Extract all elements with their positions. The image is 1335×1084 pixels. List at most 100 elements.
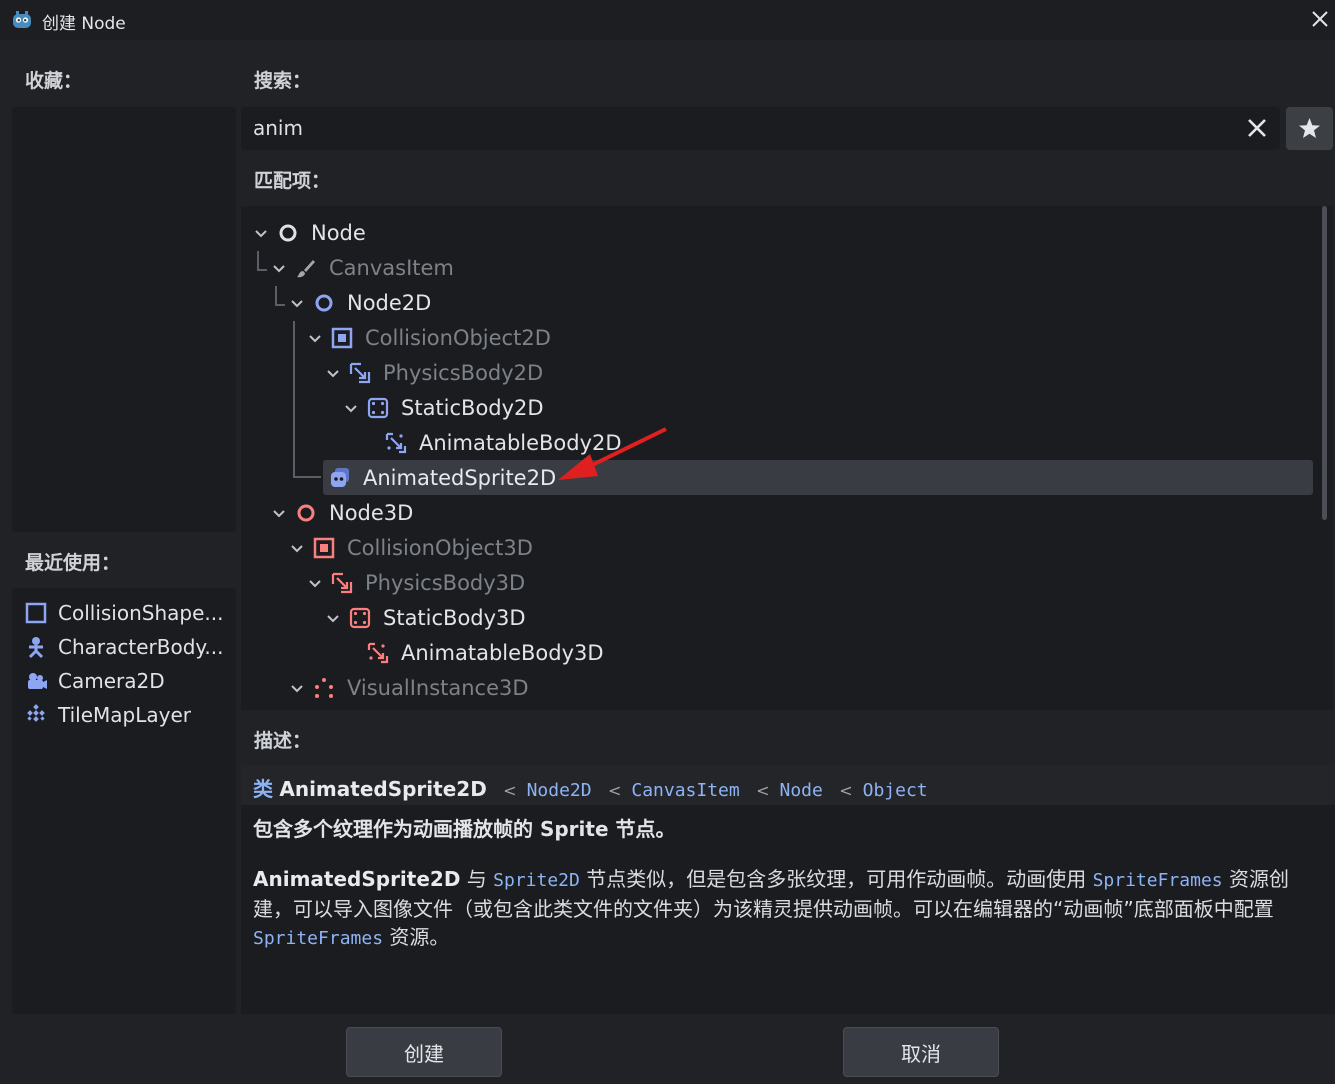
tree-row-physicsbody3d[interactable]: PhysicsBody3D: [305, 565, 525, 600]
tree-row-label: PhysicsBody2D: [383, 360, 544, 385]
tree-row-animatablebody2d[interactable]: AnimatableBody2D: [359, 425, 622, 460]
chevron-down-icon[interactable]: [305, 573, 325, 593]
inherit-link[interactable]: Object: [863, 780, 928, 801]
close-icon[interactable]: [1305, 4, 1335, 34]
tree-row-label: AnimatableBody3D: [401, 640, 604, 665]
tree-row-label: AnimatedSprite2D: [363, 465, 557, 490]
description-panel: 类 AnimatedSprite2D < Node2D < CanvasItem <…: [241, 765, 1335, 1014]
tree-row-physicsbody2d[interactable]: PhysicsBody2D: [323, 355, 543, 390]
tilemap-layer-icon: [27, 704, 45, 722]
recent-item[interactable]: CharacterBody...: [24, 632, 234, 662]
window-title: 创建 Node: [42, 14, 126, 34]
chevron-down-icon[interactable]: [341, 398, 361, 418]
chevron-down-icon[interactable]: [305, 328, 325, 348]
desc-link[interactable]: SpriteFrames: [253, 928, 383, 949]
match-tree[interactable]: Node CanvasItem Node2D CollisionObject2D…: [241, 206, 1333, 710]
chevron-down-icon[interactable]: [323, 608, 343, 628]
recent-label: 最近使用：: [25, 552, 121, 574]
static-body2d-icon: [367, 397, 389, 418]
collision-object2d-icon: [331, 327, 353, 348]
character-body-icon: [28, 637, 44, 659]
static-body3d-icon: [349, 607, 371, 628]
chevron-down-icon[interactable]: [251, 223, 271, 243]
inherit-link[interactable]: Node2D: [527, 780, 592, 801]
node-icon: [279, 224, 297, 241]
tree-row-staticbody2d[interactable]: StaticBody2D: [341, 390, 544, 425]
recent-item[interactable]: Camera2D: [24, 666, 234, 696]
favorites-list[interactable]: [12, 107, 236, 532]
recent-item-label: Camera2D: [58, 669, 165, 693]
clear-search-icon[interactable]: [1244, 115, 1270, 141]
physics-body2d-icon: [349, 362, 371, 383]
visual-instance3d-icon: [315, 677, 333, 698]
node2d-icon: [315, 294, 333, 311]
animatable-body2d-icon: [385, 432, 407, 453]
create-button[interactable]: 创建: [346, 1027, 502, 1077]
tree-row-animatablebody3d[interactable]: AnimatableBody3D: [341, 635, 604, 670]
tree-row-label: StaticBody3D: [383, 605, 526, 630]
desc-text: 资源。: [383, 925, 450, 949]
search-input[interactable]: anim: [241, 107, 1280, 150]
tree-row-collisionobject2d[interactable]: CollisionObject2D: [305, 320, 551, 355]
tree-row-animatedsprite2d[interactable]: AnimatedSprite2D: [323, 460, 1313, 495]
cancel-button[interactable]: 取消: [843, 1027, 999, 1077]
description-label: 描述：: [254, 730, 312, 752]
chevron-down-icon[interactable]: [287, 678, 307, 698]
recent-item-label: CollisionShape...: [58, 601, 224, 625]
tree-row-label: Node2D: [347, 290, 432, 315]
class-prefix: 类: [253, 777, 273, 801]
collision-shape-icon: [25, 602, 47, 624]
tree-row-label: CollisionObject2D: [365, 325, 551, 350]
desc-text: 与: [460, 867, 494, 891]
tree-row-label: StaticBody2D: [401, 395, 544, 420]
chevron-down-icon[interactable]: [269, 258, 289, 278]
tree-row-label: PhysicsBody3D: [365, 570, 526, 595]
favorites-label: 收藏：: [25, 70, 83, 92]
recent-item[interactable]: CollisionShape...: [24, 598, 234, 628]
camera2d-icon: [28, 673, 47, 689]
tree-row-staticbody3d[interactable]: StaticBody3D: [323, 600, 526, 635]
recent-item[interactable]: TileMapLayer: [24, 700, 234, 730]
tree-row-label: CollisionObject3D: [347, 535, 533, 560]
tree-row-label: AnimatableBody2D: [419, 430, 622, 455]
tree-row-node3d[interactable]: Node3D: [269, 495, 413, 530]
tree-scrollbar[interactable]: [1322, 206, 1327, 520]
inherit-link[interactable]: Node: [780, 780, 823, 801]
desc-class-name: AnimatedSprite2D: [253, 867, 461, 891]
chevron-down-icon[interactable]: [323, 363, 343, 383]
brief-description: 包含多个纹理作为动画播放帧的 Sprite 节点。: [253, 817, 676, 841]
physics-body3d-icon: [331, 572, 353, 593]
chevron-down-icon[interactable]: [287, 538, 307, 558]
tree-row-label: VisualInstance3D: [347, 675, 529, 700]
tree-row-collisionobject3d[interactable]: CollisionObject3D: [287, 530, 533, 565]
class-header: 类 AnimatedSprite2D < Node2D < CanvasItem <…: [241, 765, 1335, 805]
tree-row-visualinstance3d[interactable]: VisualInstance3D: [287, 670, 529, 705]
desc-link[interactable]: Sprite2D: [493, 870, 580, 891]
collision-object3d-icon: [313, 537, 335, 558]
star-icon: [1299, 118, 1320, 138]
recent-item-label: CharacterBody...: [58, 635, 224, 659]
godot-logo-icon: [13, 11, 31, 28]
search-value: anim: [253, 116, 303, 140]
tree-row-label: Node: [311, 220, 366, 245]
chevron-down-icon[interactable]: [287, 293, 307, 313]
tree-row-label: CanvasItem: [329, 255, 454, 280]
favorite-toggle-button[interactable]: [1286, 107, 1333, 150]
tree-row-label: Node3D: [329, 500, 414, 525]
chevron-down-icon[interactable]: [269, 503, 289, 523]
search-label: 搜索：: [254, 70, 312, 92]
desc-link[interactable]: SpriteFrames: [1093, 870, 1223, 891]
full-description: AnimatedSprite2D 与 Sprite2D 节点类似，但是包含多张纹…: [253, 865, 1328, 953]
matches-label: 匹配项：: [254, 170, 331, 192]
class-name: AnimatedSprite2D: [279, 777, 487, 801]
tree-row-node2d[interactable]: Node2D: [287, 285, 431, 320]
inherit-link[interactable]: CanvasItem: [631, 780, 739, 801]
node3d-icon: [297, 504, 315, 521]
canvas-item-icon: [297, 259, 315, 277]
recent-item-label: TileMapLayer: [58, 703, 191, 727]
class-signature: 类 AnimatedSprite2D < Node2D < CanvasItem <…: [253, 777, 928, 801]
tree-row-node[interactable]: Node: [251, 215, 366, 250]
desc-text: 节点类似，但是包含多张纹理，可用作动画帧。动画使用: [579, 867, 1093, 891]
tree-row-canvasitem[interactable]: CanvasItem: [269, 250, 454, 285]
title-bar: 创建 Node: [0, 0, 1335, 40]
